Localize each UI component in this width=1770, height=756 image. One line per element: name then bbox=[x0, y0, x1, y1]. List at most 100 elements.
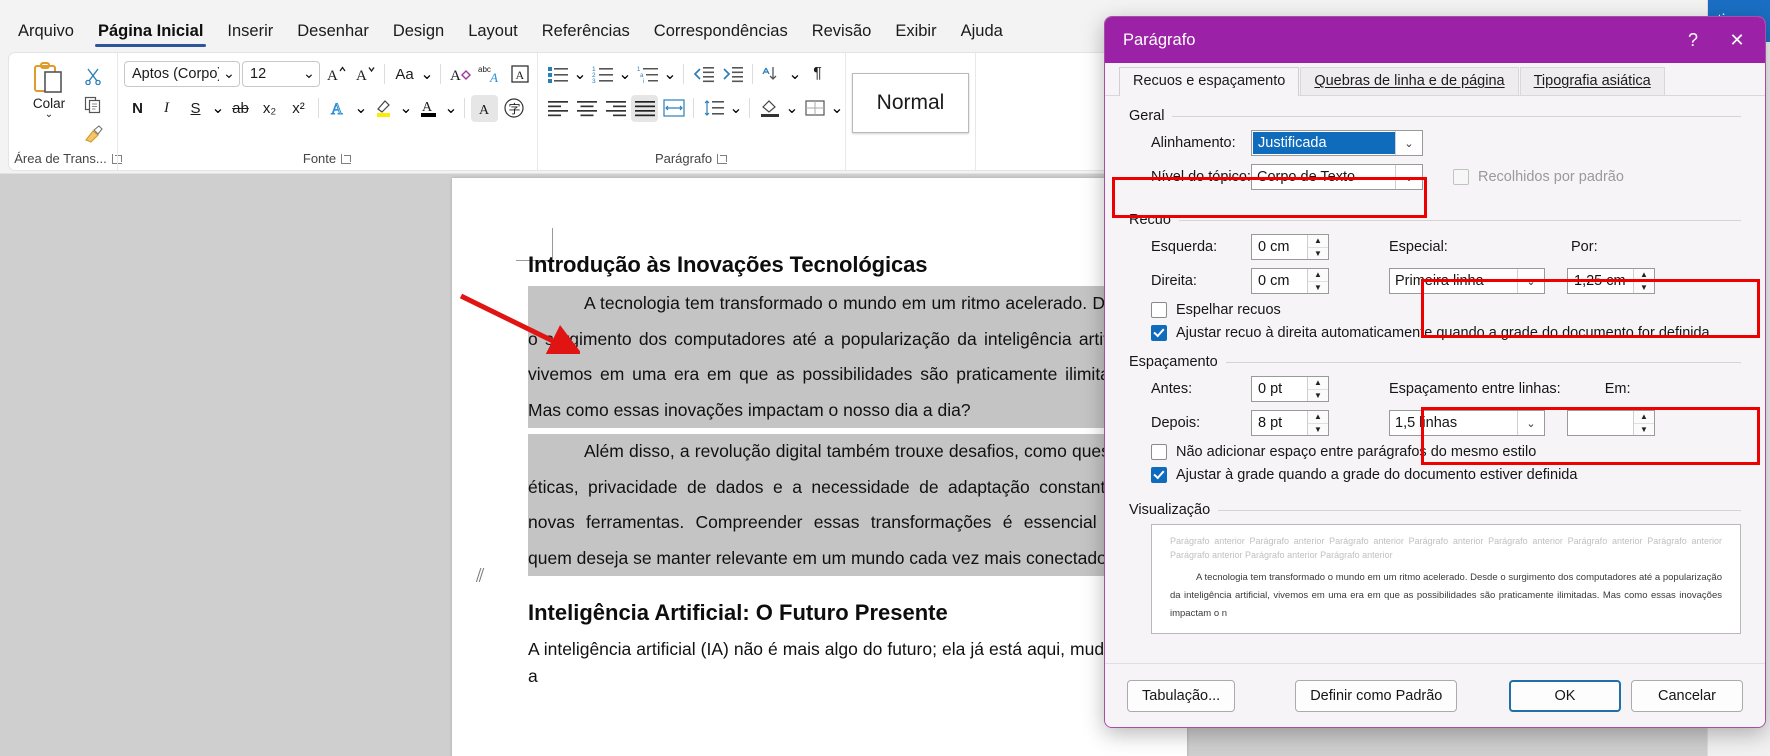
tab-tipografia-asiatica[interactable]: Tipografia asiática bbox=[1519, 67, 1665, 95]
align-justify-button[interactable] bbox=[631, 94, 658, 122]
spin-up-icon[interactable]: ▲ bbox=[1308, 269, 1328, 282]
spin-down-icon[interactable]: ▼ bbox=[1308, 389, 1328, 401]
spin-up-icon[interactable]: ▲ bbox=[1634, 269, 1654, 282]
text-effects-button[interactable]: A bbox=[325, 95, 352, 122]
text-highlight-button[interactable] bbox=[370, 95, 397, 122]
outline-level-combo[interactable]: Corpo de Texto ⌄ bbox=[1251, 164, 1423, 190]
ribbon-tab-desenhar[interactable]: Desenhar bbox=[285, 18, 381, 47]
tabs-button[interactable]: Tabulação... bbox=[1127, 679, 1236, 712]
multilevel-list-button[interactable]: 1 a i bbox=[634, 61, 661, 88]
shading-chevron-icon[interactable]: ⌄ bbox=[785, 96, 799, 120]
spin-down-icon[interactable]: ▼ bbox=[1308, 423, 1328, 435]
paste-button[interactable]: Colar ⌄ bbox=[20, 59, 78, 120]
multilevel-chevron-icon[interactable]: ⌄ bbox=[663, 62, 677, 86]
character-enclosure-button[interactable]: 字 bbox=[500, 95, 527, 122]
align-right-button[interactable] bbox=[602, 95, 629, 122]
cancel-button[interactable]: Cancelar bbox=[1631, 679, 1743, 712]
spacing-before-spinner[interactable]: 0 pt ▲ ▼ bbox=[1251, 376, 1329, 402]
font-name-combo[interactable]: Aptos (Corpo) ⌄ bbox=[124, 61, 240, 87]
ribbon-tab-arquivo[interactable]: Arquivo bbox=[6, 18, 86, 47]
character-border-button[interactable]: A bbox=[506, 61, 533, 88]
shading-button[interactable] bbox=[756, 95, 783, 122]
close-icon[interactable]: ✕ bbox=[1715, 20, 1759, 60]
indent-by-spinner[interactable]: 1,25 cm ▲ ▼ bbox=[1567, 268, 1655, 294]
indent-right-spinner[interactable]: 0 cm ▲ ▼ bbox=[1251, 268, 1329, 294]
sort-chevron-icon[interactable]: ⌄ bbox=[788, 62, 802, 86]
ribbon-tab-pagina-inicial[interactable]: Página Inicial bbox=[86, 18, 215, 47]
indent-left-spinner[interactable]: 0 cm ▲ ▼ bbox=[1251, 234, 1329, 260]
font-size-combo[interactable]: 12 ⌄ bbox=[242, 61, 320, 87]
spin-down-icon[interactable]: ▼ bbox=[1634, 423, 1654, 435]
spin-down-icon[interactable]: ▼ bbox=[1308, 281, 1328, 293]
document-paragraph-3[interactable]: A inteligência artificial (IA) não é mai… bbox=[528, 636, 1143, 690]
ok-button[interactable]: OK bbox=[1509, 679, 1621, 712]
ribbon-tab-design[interactable]: Design bbox=[381, 18, 456, 47]
paragraph-dialog[interactable]: Parágrafo ? ✕ Recuos e espaçamento Quebr… bbox=[1104, 16, 1766, 728]
spacing-after-spinner[interactable]: 8 pt ▲ ▼ bbox=[1251, 410, 1329, 436]
spelling-button[interactable]: abc A bbox=[476, 61, 504, 88]
indent-special-combo[interactable]: Primeira linha ⌄ bbox=[1389, 268, 1545, 294]
alignment-combo[interactable]: Justificada ⌄ bbox=[1251, 130, 1423, 156]
strikethrough-button[interactable]: ab bbox=[227, 95, 254, 122]
subscript-button[interactable]: x₂ bbox=[256, 95, 283, 122]
decrease-indent-button[interactable] bbox=[690, 61, 717, 88]
font-dialog-launcher-icon[interactable] bbox=[341, 153, 352, 165]
align-center-button[interactable] bbox=[573, 95, 600, 122]
line-spacing-chevron-icon[interactable]: ⌄ bbox=[729, 96, 743, 120]
underline-chevron-icon[interactable]: ⌄ bbox=[211, 96, 225, 120]
document-page[interactable]: Introdução às Inovações Tecnológicas A t… bbox=[452, 178, 1187, 756]
set-as-default-button[interactable]: Definir como Padrão bbox=[1295, 679, 1458, 712]
underline-button[interactable]: S bbox=[182, 95, 209, 122]
ribbon-tab-correspondencias[interactable]: Correspondências bbox=[642, 18, 800, 47]
mirror-indents-checkbox[interactable] bbox=[1151, 302, 1167, 318]
paragraph-dialog-launcher-icon[interactable] bbox=[717, 153, 728, 165]
style-normal-tile[interactable]: Normal bbox=[852, 72, 969, 133]
tab-recuos-e-espacamento[interactable]: Recuos e espaçamento bbox=[1119, 67, 1300, 96]
ribbon-tab-revisao[interactable]: Revisão bbox=[800, 18, 884, 47]
superscript-button[interactable]: x² bbox=[285, 95, 312, 122]
ribbon-tab-layout[interactable]: Layout bbox=[456, 18, 530, 47]
sort-button[interactable] bbox=[759, 61, 786, 88]
line-spacing-button[interactable] bbox=[700, 95, 727, 122]
change-case-chevron-icon[interactable]: ⌄ bbox=[420, 62, 434, 86]
spin-up-icon[interactable]: ▲ bbox=[1634, 411, 1654, 424]
bold-button[interactable]: N bbox=[124, 95, 151, 122]
ribbon-tab-ajuda[interactable]: Ajuda bbox=[949, 18, 1015, 47]
spin-up-icon[interactable]: ▲ bbox=[1308, 377, 1328, 390]
spin-up-icon[interactable]: ▲ bbox=[1308, 411, 1328, 424]
format-painter-button[interactable] bbox=[80, 121, 106, 147]
chevron-down-icon[interactable]: ⌄ bbox=[45, 110, 53, 120]
spin-up-icon[interactable]: ▲ bbox=[1308, 235, 1328, 248]
document-paragraph-1[interactable]: A tecnologia tem transformado o mundo em… bbox=[528, 286, 1143, 429]
align-left-button[interactable] bbox=[544, 95, 571, 122]
paragraph-dialog-title-bar[interactable]: Parágrafo ? ✕ bbox=[1105, 17, 1765, 63]
numbering-chevron-icon[interactable]: ⌄ bbox=[618, 62, 632, 86]
borders-chevron-icon[interactable]: ⌄ bbox=[830, 96, 844, 120]
bullets-chevron-icon[interactable]: ⌄ bbox=[573, 62, 587, 86]
line-spacing-combo[interactable]: 1,5 linhas ⌄ bbox=[1389, 410, 1545, 436]
copy-button[interactable] bbox=[80, 92, 106, 118]
help-icon[interactable]: ? bbox=[1671, 20, 1715, 60]
tab-quebras-de-linha[interactable]: Quebras de linha e de página bbox=[1300, 67, 1519, 95]
spin-down-icon[interactable]: ▼ bbox=[1308, 247, 1328, 259]
ribbon-tab-inserir[interactable]: Inserir bbox=[215, 18, 285, 47]
borders-button[interactable] bbox=[801, 95, 828, 122]
show-formatting-marks-button[interactable]: ¶ bbox=[804, 61, 831, 88]
bullets-button[interactable] bbox=[544, 61, 571, 88]
phonetic-guide-button[interactable]: A bbox=[471, 94, 498, 122]
ribbon-tab-referencias[interactable]: Referências bbox=[530, 18, 642, 47]
snap-to-grid-checkbox[interactable] bbox=[1151, 467, 1167, 483]
highlight-chevron-icon[interactable]: ⌄ bbox=[399, 96, 413, 120]
numbering-button[interactable]: 1 2 3 bbox=[589, 61, 616, 88]
text-effects-chevron-icon[interactable]: ⌄ bbox=[354, 96, 368, 120]
change-case-button[interactable]: Aa bbox=[391, 61, 418, 88]
ribbon-tab-exibir[interactable]: Exibir bbox=[883, 18, 948, 47]
distributed-align-button[interactable] bbox=[660, 95, 687, 122]
autofit-right-indent-checkbox[interactable] bbox=[1151, 325, 1167, 341]
collapsed-by-default-checkbox[interactable] bbox=[1453, 169, 1469, 185]
font-color-button[interactable]: A bbox=[415, 95, 442, 122]
document-paragraph-2[interactable]: Além disso, a revolução digital também t… bbox=[528, 434, 1143, 577]
clear-formatting-button[interactable]: A bbox=[447, 61, 474, 88]
no-space-same-style-checkbox[interactable] bbox=[1151, 444, 1167, 460]
increase-indent-button[interactable] bbox=[719, 61, 746, 88]
